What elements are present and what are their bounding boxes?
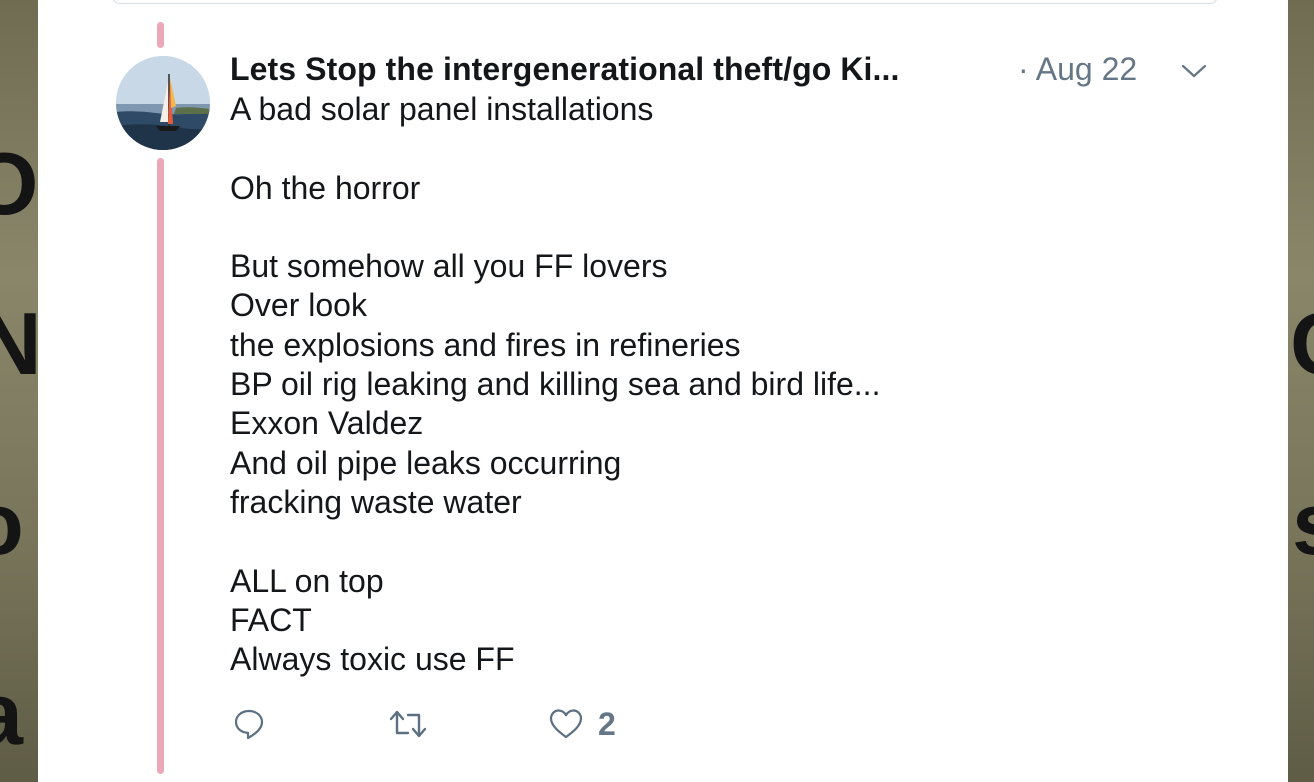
tweet-text-line: Over look bbox=[230, 287, 367, 324]
tweet-text-line: And oil pipe leaks occurring bbox=[230, 444, 622, 481]
sailboat-photo-icon bbox=[116, 56, 210, 150]
tweet-body: A bad solar panel installations Oh the h… bbox=[230, 90, 1170, 679]
tweet-date[interactable]: · Aug 22 bbox=[1018, 51, 1137, 88]
tweet-text-line: Exxon Valdez bbox=[230, 405, 424, 442]
background-photo-left: O N o a bbox=[0, 0, 38, 782]
tweet-text-line: Always toxic use FF bbox=[230, 641, 515, 678]
background-letter: O bbox=[0, 134, 38, 233]
chevron-down-icon[interactable] bbox=[1180, 62, 1208, 80]
tweet-text-line bbox=[230, 522, 1170, 561]
like-count: 2 bbox=[598, 705, 616, 742]
background-letter: C bbox=[1290, 300, 1314, 388]
tweet-text-line: But somehow all you FF lovers bbox=[230, 248, 668, 285]
tweet-text-line: fracking waste water bbox=[230, 483, 522, 520]
reply-icon bbox=[234, 709, 264, 740]
heart-icon bbox=[549, 709, 583, 739]
thread-connector-line bbox=[157, 158, 164, 774]
background-letter: s bbox=[1292, 480, 1314, 568]
tweet-text-line: A bad solar panel installations bbox=[230, 91, 654, 127]
tweet-actions: 2 bbox=[230, 702, 830, 746]
tweet-text-line: ALL on top bbox=[230, 562, 384, 599]
background-letter: N bbox=[0, 294, 38, 393]
background-letter: a bbox=[0, 670, 23, 758]
retweet-button[interactable] bbox=[388, 702, 428, 746]
like-button[interactable]: 2 bbox=[548, 702, 616, 746]
tweet-text-line: FACT bbox=[230, 601, 312, 638]
thread-connector-line bbox=[157, 22, 164, 48]
tweet-text-line: BP oil rig leaking and killing sea and b… bbox=[230, 366, 881, 403]
previous-tweet-card-edge bbox=[112, 0, 1218, 4]
reply-button[interactable] bbox=[232, 702, 266, 746]
tweet-text-line bbox=[230, 208, 1170, 247]
background-photo-right: C s bbox=[1288, 0, 1314, 782]
tweet-text-line: Oh the horror bbox=[230, 169, 421, 206]
tweet-text-line: the explosions and fires in refineries bbox=[230, 326, 741, 363]
background-letter: o bbox=[0, 480, 24, 568]
author-name[interactable]: Lets Stop the intergenerational theft/go… bbox=[230, 51, 900, 88]
avatar[interactable] bbox=[116, 56, 210, 150]
tweet-header: Lets Stop the intergenerational theft/go… bbox=[230, 48, 1220, 92]
tweet-text-line bbox=[230, 129, 1170, 168]
retweet-icon bbox=[389, 710, 427, 738]
